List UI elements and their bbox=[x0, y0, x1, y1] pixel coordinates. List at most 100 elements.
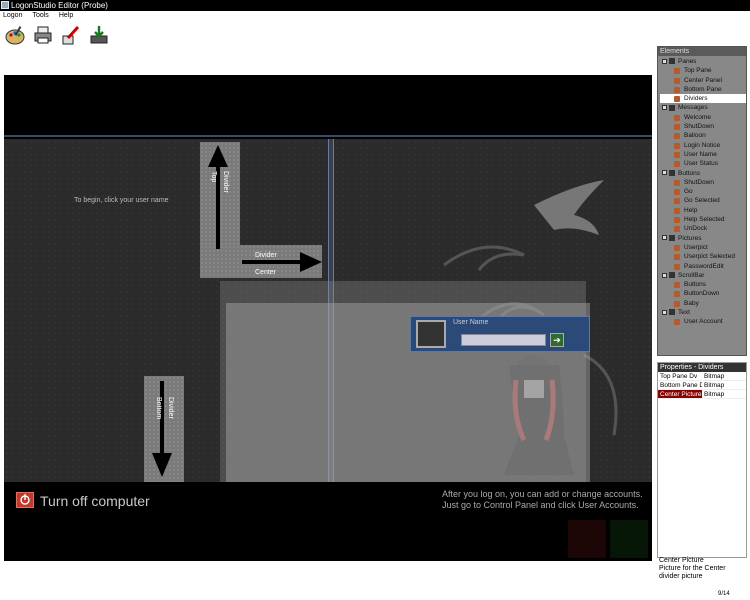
collapse-icon[interactable] bbox=[662, 309, 667, 315]
element-icon bbox=[674, 254, 680, 261]
tree-item[interactable]: User Status bbox=[660, 159, 746, 168]
tree-group[interactable]: Text bbox=[660, 308, 746, 317]
menu-logon[interactable]: Logon bbox=[3, 11, 22, 21]
property-row[interactable]: Top Pane Dv Bitmap bbox=[658, 372, 746, 381]
tree-item-label: Buttons bbox=[684, 281, 707, 289]
tree-item-label: Baby bbox=[684, 299, 699, 307]
folder-icon bbox=[669, 169, 675, 176]
menu-help[interactable]: Help bbox=[59, 11, 73, 21]
tree-item[interactable]: Baby bbox=[660, 299, 746, 308]
element-icon bbox=[674, 68, 680, 75]
elements-panel-title: Elements bbox=[658, 47, 746, 56]
collapse-icon[interactable] bbox=[662, 58, 667, 64]
tree-item[interactable]: Center Panel bbox=[660, 76, 746, 85]
tree-item[interactable]: ShutDown bbox=[660, 178, 746, 187]
tree-item[interactable]: ButtonDown bbox=[660, 289, 746, 298]
element-icon bbox=[674, 151, 680, 158]
password-field[interactable] bbox=[461, 334, 546, 346]
collapse-icon[interactable] bbox=[662, 170, 667, 176]
folder-icon bbox=[669, 234, 675, 241]
app-window: LogonStudio Editor (Probe) Logon Tools H… bbox=[0, 0, 750, 600]
tree-item-label: ShutDown bbox=[684, 123, 714, 131]
collapse-icon[interactable] bbox=[662, 272, 667, 278]
property-row[interactable]: Bottom Pane DvBitmap bbox=[658, 381, 746, 390]
property-value[interactable]: Bitmap bbox=[702, 381, 746, 389]
tree-item-label: Go bbox=[684, 188, 693, 196]
title-bar: LogonStudio Editor (Probe) bbox=[0, 0, 750, 11]
tree-item-label: Help Selected bbox=[684, 216, 725, 224]
folder-icon bbox=[669, 309, 675, 316]
menu-tools[interactable]: Tools bbox=[32, 11, 48, 21]
property-row[interactable]: Center Picture Bitmap bbox=[658, 390, 746, 399]
tree-group[interactable]: Pictures bbox=[660, 234, 746, 243]
tree-group[interactable]: ScrollBar bbox=[660, 271, 746, 280]
tree-item[interactable]: Top Pane bbox=[660, 66, 746, 75]
tree-item[interactable]: UnDock bbox=[660, 224, 746, 233]
tree-item-label: Dividers bbox=[684, 95, 708, 103]
tree-group-label: Buttons bbox=[678, 169, 701, 177]
tree-item[interactable]: Dividers bbox=[660, 94, 746, 104]
tree-group[interactable]: Panes bbox=[660, 57, 746, 66]
tree-item[interactable]: Help Selected bbox=[660, 215, 746, 224]
logon-preview[interactable]: To begin, click your user name Divider T… bbox=[4, 75, 652, 561]
install-icon bbox=[90, 26, 108, 44]
tree-item[interactable]: Login Notice bbox=[660, 141, 746, 150]
tree-group[interactable]: Messages bbox=[660, 103, 746, 112]
tree-item[interactable]: Welcome bbox=[660, 113, 746, 122]
tree-item-label: PasswordEdit bbox=[684, 262, 724, 270]
element-icon bbox=[674, 198, 680, 205]
element-icon bbox=[674, 161, 680, 168]
tree-item[interactable]: ShutDown bbox=[660, 122, 746, 131]
window-title: LogonStudio Editor (Probe) bbox=[11, 1, 108, 10]
tree-item[interactable]: User Name bbox=[660, 150, 746, 159]
tree-item[interactable]: Balloon bbox=[660, 131, 746, 140]
info-line-1: After you log on, you can add or change … bbox=[442, 489, 643, 499]
user-picture[interactable] bbox=[416, 320, 446, 348]
top-pane[interactable] bbox=[4, 75, 652, 137]
element-icon bbox=[674, 291, 680, 298]
user-name-label: User Name bbox=[453, 319, 489, 326]
tree-item[interactable]: Go bbox=[660, 187, 746, 196]
element-icon bbox=[674, 114, 680, 121]
palette-button[interactable] bbox=[4, 24, 26, 46]
tree-item[interactable]: PasswordEdit bbox=[660, 262, 746, 271]
element-icon bbox=[674, 142, 680, 149]
turn-off-button[interactable] bbox=[16, 492, 34, 508]
collapse-icon[interactable] bbox=[662, 235, 667, 241]
property-value[interactable]: Bitmap bbox=[702, 390, 746, 398]
tree-item[interactable]: Userpict Selected bbox=[660, 252, 746, 261]
brush-icon bbox=[62, 25, 80, 45]
collapse-icon[interactable] bbox=[662, 105, 667, 111]
apply-button[interactable] bbox=[60, 24, 82, 46]
arrow-right-icon bbox=[242, 252, 322, 272]
tree-group[interactable]: Buttons bbox=[660, 169, 746, 178]
bottom-pane[interactable]: Turn off computer After you log on, you … bbox=[4, 482, 652, 561]
info-text: After you log on, you can add or change … bbox=[442, 489, 652, 511]
turn-off-label[interactable]: Turn off computer bbox=[40, 493, 150, 509]
tree-item-label: User Status bbox=[684, 160, 718, 168]
element-icon bbox=[674, 244, 680, 251]
divider-bottom-label: Divider Bottom bbox=[155, 397, 174, 420]
go-button[interactable]: ➔ bbox=[550, 333, 564, 347]
user-account-tile[interactable]: User Name ➔ bbox=[410, 316, 590, 352]
property-key: Bottom Pane Dv bbox=[660, 382, 702, 389]
element-icon bbox=[674, 263, 680, 270]
tree-item[interactable]: User Account bbox=[660, 317, 746, 326]
tree-item[interactable]: Go Selected bbox=[660, 196, 746, 205]
status-text: 9/14 bbox=[718, 591, 730, 597]
tree-item[interactable]: Bottom Pane bbox=[660, 85, 746, 94]
folder-icon bbox=[669, 58, 675, 65]
element-icon bbox=[674, 86, 680, 93]
tree-item[interactable]: Help bbox=[660, 206, 746, 215]
property-value[interactable]: Bitmap bbox=[702, 372, 746, 380]
tree-item-label: Welcome bbox=[684, 113, 711, 121]
tree-item-label: Userpict Selected bbox=[684, 253, 735, 261]
tree-item[interactable]: Userpict bbox=[660, 243, 746, 252]
tree-item-label: ButtonDown bbox=[684, 290, 720, 298]
divider-right-label: Divider Center bbox=[255, 252, 277, 276]
tree-item[interactable]: Buttons bbox=[660, 280, 746, 289]
property-key: Center Picture bbox=[658, 390, 702, 398]
print-button[interactable] bbox=[32, 24, 54, 46]
install-button[interactable] bbox=[88, 24, 110, 46]
property-description: Center Picture Picture for the Center di… bbox=[659, 557, 747, 581]
